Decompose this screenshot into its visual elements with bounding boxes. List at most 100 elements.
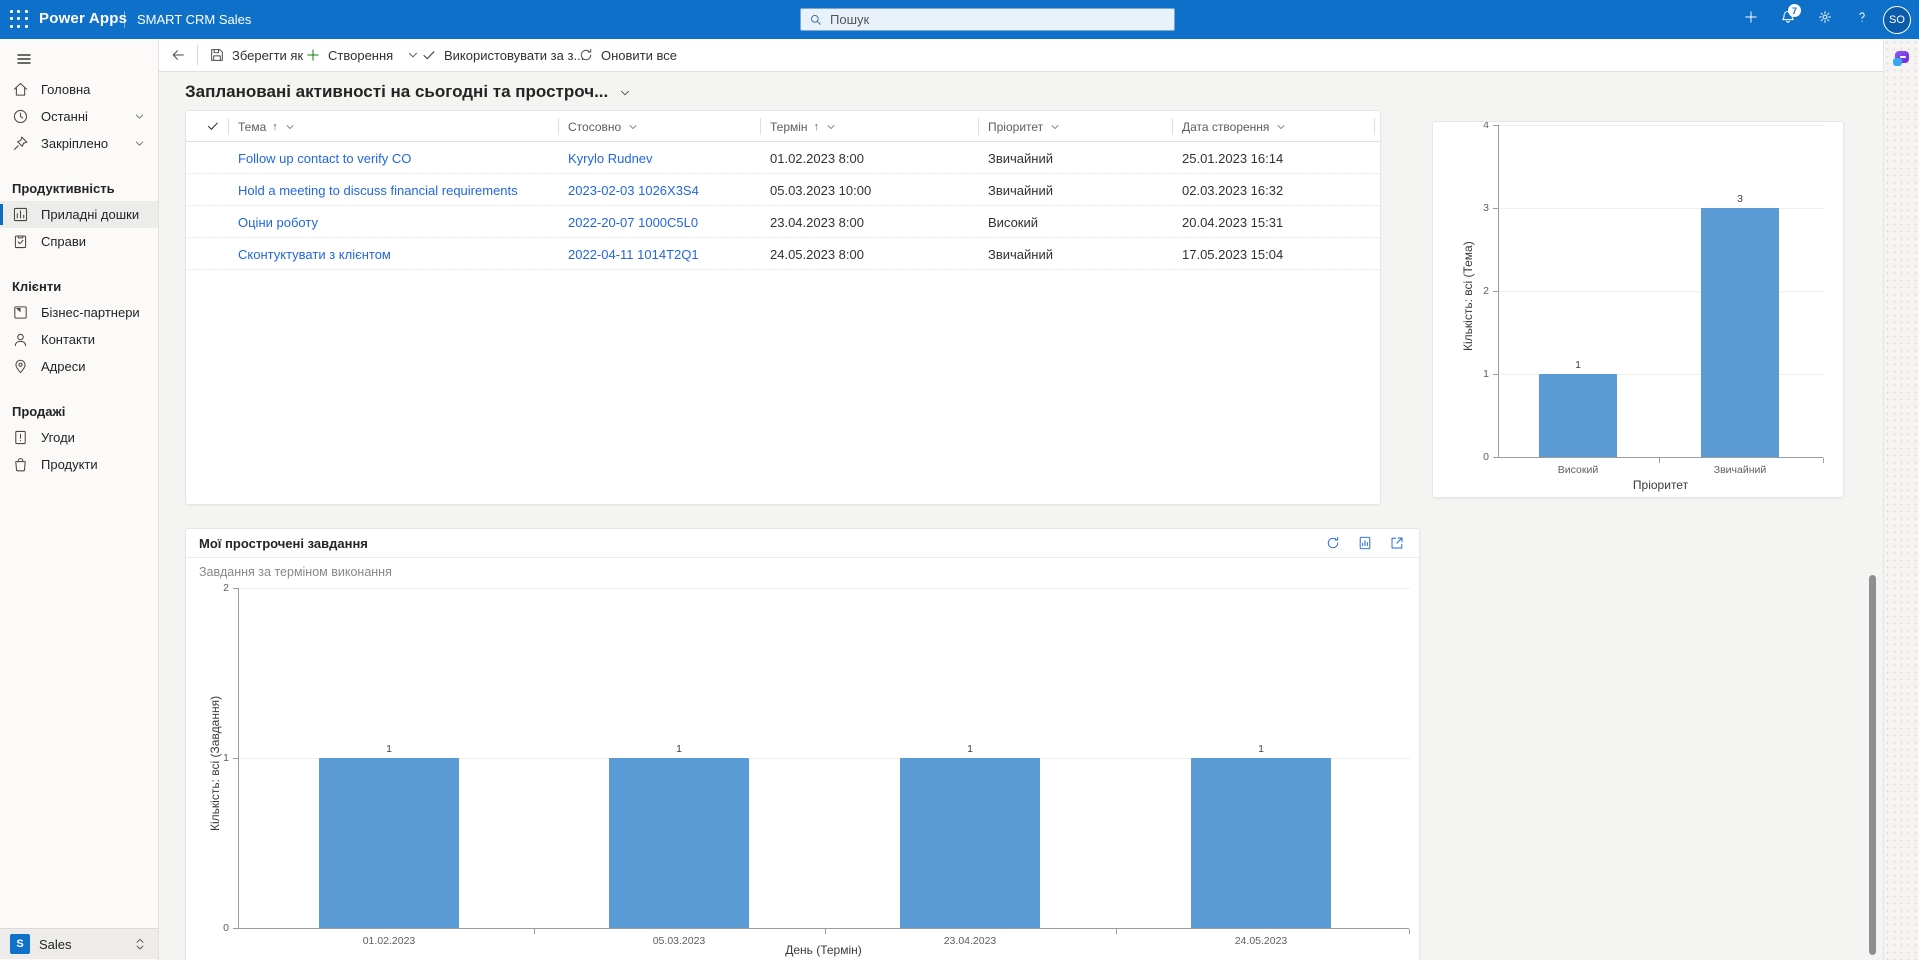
column-header-1[interactable]: Тема ↑ bbox=[238, 111, 296, 142]
sort-ascending-icon: ↑ bbox=[272, 121, 278, 133]
sidebar-item[interactable]: Продукти bbox=[0, 451, 158, 478]
column-label: Пріоритет bbox=[988, 120, 1043, 134]
sidebar-item[interactable]: Справи bbox=[0, 228, 158, 255]
column-label: Тема bbox=[238, 120, 266, 134]
sidebar-section-header: Продуктивність bbox=[0, 175, 158, 201]
updown-chevron-icon bbox=[132, 936, 148, 952]
y-tick-label: 2 bbox=[207, 582, 229, 594]
waffle-icon[interactable] bbox=[10, 10, 29, 29]
bar-05.03.2023 bbox=[609, 758, 749, 928]
view-selector[interactable]: Заплановані активності на сьогодні та пр… bbox=[185, 82, 632, 102]
sidebar-item[interactable]: Головна bbox=[0, 76, 158, 103]
save-as-label: Зберегти як bbox=[232, 48, 303, 63]
column-header-5[interactable]: Дата створення bbox=[1182, 111, 1287, 142]
clipboard-icon bbox=[12, 233, 29, 250]
table-row[interactable]: Hold a meeting to discuss financial requ… bbox=[186, 174, 1380, 206]
use-as-default-button[interactable]: Використовувати за з... bbox=[417, 39, 588, 71]
cell-created-on: 17.05.2023 15:04 bbox=[1182, 238, 1372, 270]
chevron-down-icon bbox=[825, 121, 837, 133]
x-category-label: Високий bbox=[1508, 464, 1648, 476]
x-category-label: 01.02.2023 bbox=[319, 935, 459, 947]
hamburger-menu-icon[interactable] bbox=[8, 46, 40, 76]
y-axis bbox=[1498, 125, 1499, 457]
cell-due-date: 23.04.2023 8:00 bbox=[770, 206, 980, 238]
gridline bbox=[239, 588, 1410, 589]
app-environment-name[interactable]: SMART CRM Sales bbox=[137, 12, 251, 27]
save-as-button[interactable]: Зберегти як bbox=[205, 39, 307, 71]
cell-priority: Звичайний bbox=[988, 238, 1173, 270]
sidebar-item[interactable]: Закріплено bbox=[0, 130, 158, 157]
table-body: Follow up contact to verify CO Kyrylo Rud… bbox=[186, 142, 1380, 270]
save-as-icon bbox=[209, 47, 225, 63]
cell-created-on: 02.03.2023 16:32 bbox=[1182, 174, 1372, 206]
y-axis bbox=[238, 588, 239, 928]
search-input[interactable]: Пошук bbox=[800, 8, 1175, 31]
table-row[interactable]: Оціни роботу 2022-20-07 1000C5L023.04.202… bbox=[186, 206, 1380, 238]
add-button[interactable] bbox=[1732, 0, 1769, 39]
table-row[interactable]: Сконтуктувати з клієнтом 2022-04-11 1014T… bbox=[186, 238, 1380, 270]
chevron-down-icon bbox=[133, 137, 146, 150]
sidebar-item[interactable]: Контакти bbox=[0, 326, 158, 353]
sidebar-item[interactable]: Адреси bbox=[0, 353, 158, 380]
x-axis-tick bbox=[1409, 929, 1410, 934]
x-axis-title: День (Термін) bbox=[744, 943, 904, 957]
question-icon bbox=[1854, 9, 1870, 30]
sidebar-item[interactable]: Приладні дошки bbox=[0, 201, 158, 228]
clock-icon bbox=[12, 108, 29, 125]
environment-picker[interactable]: S Sales bbox=[0, 928, 158, 959]
x-category-label: 23.04.2023 bbox=[900, 935, 1040, 947]
y-axis-title: Кількість: всі (Завдання) bbox=[208, 678, 222, 848]
select-all-check-icon[interactable] bbox=[206, 119, 220, 138]
table-row[interactable]: Follow up contact to verify CO Kyrylo Rud… bbox=[186, 142, 1380, 174]
sidebar-item[interactable]: Останні bbox=[0, 103, 158, 130]
column-header-3[interactable]: Термін↑ bbox=[770, 111, 837, 142]
cell-regarding[interactable]: 2023-02-03 1026X3S4 bbox=[568, 174, 763, 206]
search-icon bbox=[809, 13, 823, 27]
cell-topic[interactable]: Hold a meeting to discuss financial requ… bbox=[238, 174, 558, 206]
cell-topic[interactable]: Сконтуктувати з клієнтом bbox=[238, 238, 558, 270]
notifications-button[interactable]: 7 bbox=[1769, 0, 1806, 39]
column-divider bbox=[558, 118, 559, 135]
chevron-down-icon bbox=[1275, 121, 1287, 133]
cell-regarding[interactable]: Kyrylo Rudnev bbox=[568, 142, 763, 174]
use-as-label: Використовувати за з... bbox=[444, 48, 584, 63]
x-axis-tick bbox=[825, 929, 826, 934]
avatar[interactable]: SO bbox=[1883, 6, 1911, 34]
priority-chart-card: 012341Високий3ЗвичайнийКількість: всі (Т… bbox=[1432, 121, 1844, 498]
cell-regarding[interactable]: 2022-20-07 1000C5L0 bbox=[568, 206, 763, 238]
sidebar-item-label: Контакти bbox=[41, 332, 95, 347]
vertical-scrollbar[interactable] bbox=[1869, 575, 1876, 955]
x-category-label: 05.03.2023 bbox=[609, 935, 749, 947]
cell-due-date: 24.05.2023 8:00 bbox=[770, 238, 980, 270]
back-button[interactable] bbox=[166, 39, 190, 71]
y-tick-label: 0 bbox=[1467, 451, 1489, 463]
help-button[interactable] bbox=[1843, 0, 1880, 39]
environment-label: Sales bbox=[39, 937, 123, 952]
column-header-4[interactable]: Пріоритет bbox=[988, 111, 1061, 142]
cell-topic[interactable]: Оціни роботу bbox=[238, 206, 558, 238]
toolbar-separator bbox=[197, 45, 198, 65]
cell-topic[interactable]: Follow up contact to verify CO bbox=[238, 142, 558, 174]
settings-button[interactable] bbox=[1806, 0, 1843, 39]
sidebar-item-label: Угоди bbox=[41, 430, 75, 445]
create-button[interactable]: Створення bbox=[301, 39, 424, 71]
tasks-bar-chart: 012101.02.2023105.03.2023123.04.2023124.… bbox=[186, 529, 1419, 960]
refresh-all-label: Оновити все bbox=[601, 48, 677, 63]
cell-due-date: 01.02.2023 8:00 bbox=[770, 142, 980, 174]
x-axis bbox=[1498, 457, 1823, 458]
copilot-icon[interactable] bbox=[1893, 51, 1910, 66]
y-tick-label: 0 bbox=[207, 922, 229, 934]
sidebar-item[interactable]: Угоди bbox=[0, 424, 158, 451]
topbar-divider bbox=[124, 11, 125, 28]
map-icon bbox=[12, 358, 29, 375]
cell-regarding[interactable]: 2022-04-11 1014T2Q1 bbox=[568, 238, 763, 270]
sidebar-item[interactable]: Бізнес-партнери bbox=[0, 299, 158, 326]
app-name[interactable]: Power Apps bbox=[39, 10, 127, 27]
main-content: Заплановані активності на сьогодні та пр… bbox=[159, 72, 1883, 960]
plus-icon bbox=[1743, 9, 1759, 30]
column-header-2[interactable]: Стосовно bbox=[568, 111, 639, 142]
refresh-all-button[interactable]: Оновити все bbox=[574, 39, 681, 71]
sidebar-item-label: Продукти bbox=[41, 457, 98, 472]
cell-priority: Звичайний bbox=[988, 174, 1173, 206]
bar-23.04.2023 bbox=[900, 758, 1040, 928]
